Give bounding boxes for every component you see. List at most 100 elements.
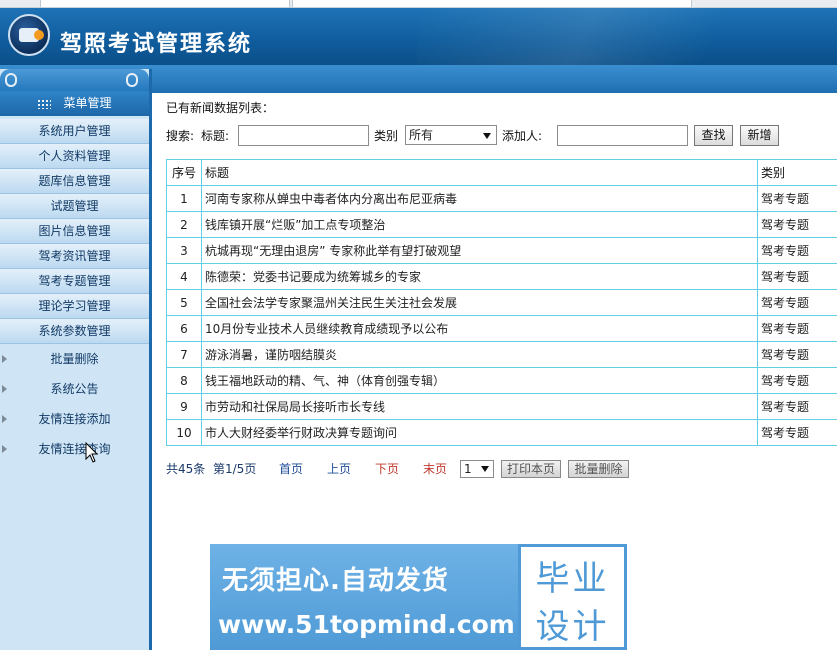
cell-category: 驾考专题: [757, 419, 837, 446]
header-shine: [417, 8, 837, 65]
cell-title[interactable]: 10月份专业技术人员继续教育成绩现予以公布: [201, 315, 758, 342]
watermark-right-line1: 毕业: [535, 559, 610, 599]
pager-last-link[interactable]: 末页: [423, 459, 447, 479]
sidebar-item-label: 系统用户管理: [38, 124, 111, 138]
arrow-bullet-icon: [2, 415, 7, 423]
sidebar-subitem-label: 批量删除: [50, 352, 99, 366]
watermark-url: www.51topmind.com: [218, 610, 515, 639]
watermark-left: 无须担心.自动发货 www.51topmind.com: [210, 544, 518, 650]
app-header: 驾照考试管理系统: [0, 8, 837, 65]
sidebar-item-system-users[interactable]: 系统用户管理: [0, 119, 149, 144]
table-row[interactable]: 9 市劳动和社保局局长接听市长专线 驾考专题: [166, 393, 837, 420]
table-row[interactable]: 10 市人大财经委举行财政决算专题询问 驾考专题: [166, 419, 837, 446]
title-search-input[interactable]: [238, 125, 369, 146]
table-row[interactable]: 8 钱王福地跃动的精、气、神（体育创强专辑） 驾考专题: [166, 367, 837, 394]
cell-title[interactable]: 陈德荣：党委书记要成为统筹城乡的专家: [201, 263, 758, 290]
cell-category: 驾考专题: [757, 237, 837, 264]
menu-grid-icon: [37, 98, 52, 109]
cell-no: 8: [166, 367, 202, 394]
cell-no: 7: [166, 341, 202, 368]
watermark-line1: 无须担心.自动发货: [222, 566, 449, 596]
watermark-banner: 无须担心.自动发货 www.51topmind.com 毕业 设计: [210, 544, 627, 650]
sidebar-top-cap: [0, 69, 149, 91]
sidebar-menu-list: 系统用户管理 个人资料管理 题库信息管理 试题管理 图片信息管理 驾考资讯管理 …: [0, 119, 149, 344]
sidebar-item-news[interactable]: 驾考资讯管理: [0, 244, 149, 269]
cell-category: 驾考专题: [757, 185, 837, 212]
search-label: 搜索:: [166, 129, 195, 143]
table-header-row: 序号 标题 类别: [166, 159, 837, 186]
sidebar-item-label: 理论学习管理: [38, 299, 111, 313]
table-row[interactable]: 6 10月份专业技术人员继续教育成绩现予以公布 驾考专题: [166, 315, 837, 342]
sidebar-item-label: 系统参数管理: [38, 324, 111, 338]
logo-dot-shape: [34, 30, 44, 40]
cell-no: 2: [166, 211, 202, 238]
cell-category: 驾考专题: [757, 289, 837, 316]
sidebar-menu-header[interactable]: 菜单管理: [0, 91, 149, 116]
cell-title[interactable]: 河南专家称从蝉虫中毒者体内分离出布尼亚病毒: [201, 185, 758, 212]
cell-title[interactable]: 杭城再现“无理由退房” 专家称此举有望打破观望: [201, 237, 758, 264]
table-row[interactable]: 2 钱库镇开展“烂贩”加工点专项整治 驾考专题: [166, 211, 837, 238]
cell-title[interactable]: 全国社会法学专家聚温州关注民生关注社会发展: [201, 289, 758, 316]
table-row[interactable]: 3 杭城再现“无理由退房” 专家称此举有望打破观望 驾考专题: [166, 237, 837, 264]
sidebar-item-label: 驾考资讯管理: [38, 249, 111, 263]
cell-category: 驾考专题: [757, 315, 837, 342]
cell-title[interactable]: 市劳动和社保局局长接听市长专线: [201, 393, 758, 420]
dropdown-arrow-icon: [483, 133, 491, 139]
cell-category: 驾考专题: [757, 393, 837, 420]
browser-tab[interactable]: [40, 0, 290, 7]
sidebar-menu-header-label: 菜单管理: [63, 96, 112, 110]
category-selected-value: 所有: [409, 128, 434, 142]
batch-delete-button[interactable]: 批量删除: [568, 460, 629, 478]
column-header-no: 序号: [166, 159, 202, 186]
cell-title[interactable]: 钱库镇开展“烂贩”加工点专项整治: [201, 211, 758, 238]
sidebar-subitem-link-add[interactable]: 友情连接添加: [0, 404, 149, 434]
sidebar-item-images[interactable]: 图片信息管理: [0, 219, 149, 244]
browser-address-area[interactable]: [292, 0, 692, 7]
pager-page-select[interactable]: 1: [460, 460, 494, 478]
sidebar-subitem-batch-delete[interactable]: 批量删除: [0, 344, 149, 374]
sidebar-item-topics[interactable]: 驾考专题管理: [0, 269, 149, 294]
table-row[interactable]: 7 游泳消暑，谨防咽结膜炎 驾考专题: [166, 341, 837, 368]
sidebar-subitem-label: 友情连接查询: [38, 442, 111, 456]
pager-first-link[interactable]: 首页: [279, 459, 303, 479]
sidebar-item-question-bank[interactable]: 题库信息管理: [0, 169, 149, 194]
cell-title[interactable]: 钱王福地跃动的精、气、神（体育创强专辑）: [201, 367, 758, 394]
arrow-bullet-icon: [2, 355, 7, 363]
table-row[interactable]: 5 全国社会法学专家聚温州关注民生关注社会发展 驾考专题: [166, 289, 837, 316]
cell-category: 驾考专题: [757, 341, 837, 368]
watermark-right: 毕业 设计: [518, 544, 627, 650]
sidebar-subitem-announcement[interactable]: 系统公告: [0, 374, 149, 404]
cell-no: 9: [166, 393, 202, 420]
category-select[interactable]: 所有: [405, 125, 497, 145]
sidebar-item-profile[interactable]: 个人资料管理: [0, 144, 149, 169]
pager-next-link[interactable]: 下页: [375, 459, 399, 479]
binder-ring-icon: [126, 73, 138, 87]
column-header-title: 标题: [201, 159, 758, 186]
dropdown-arrow-icon: [481, 466, 489, 472]
pager-page-info: 第1/5页: [213, 462, 257, 476]
title-label: 标题:: [201, 129, 230, 143]
sidebar-item-theory[interactable]: 理论学习管理: [0, 294, 149, 319]
table-row[interactable]: 4 陈德荣：党委书记要成为统筹城乡的专家 驾考专题: [166, 263, 837, 290]
cell-title[interactable]: 游泳消暑，谨防咽结膜炎: [201, 341, 758, 368]
print-page-button[interactable]: 打印本页: [501, 460, 561, 478]
category-label: 类别: [374, 129, 399, 143]
sidebar-item-label: 个人资料管理: [38, 149, 111, 163]
sidebar-subitem-label: 友情连接添加: [38, 412, 111, 426]
cell-title[interactable]: 市人大财经委举行财政决算专题询问: [201, 419, 758, 446]
watermark-right-line2: 设计: [535, 607, 610, 647]
cell-category: 驾考专题: [757, 211, 837, 238]
table-row[interactable]: 1 河南专家称从蝉虫中毒者体内分离出布尼亚病毒 驾考专题: [166, 185, 837, 212]
arrow-bullet-icon: [2, 445, 7, 453]
pager-page-select-value: 1: [464, 462, 472, 476]
app-logo-icon: [8, 14, 50, 56]
adder-search-input[interactable]: [557, 125, 688, 146]
add-button[interactable]: 新增: [740, 125, 779, 146]
sidebar-item-system-params[interactable]: 系统参数管理: [0, 319, 149, 344]
search-button[interactable]: 查找: [694, 125, 733, 146]
sidebar-subitem-link-query[interactable]: 友情连接查询: [0, 434, 149, 464]
pager-prev-link[interactable]: 上页: [327, 459, 351, 479]
sidebar-item-exam-questions[interactable]: 试题管理: [0, 194, 149, 219]
cell-category: 驾考专题: [757, 367, 837, 394]
browser-tab-strip: [0, 0, 837, 8]
